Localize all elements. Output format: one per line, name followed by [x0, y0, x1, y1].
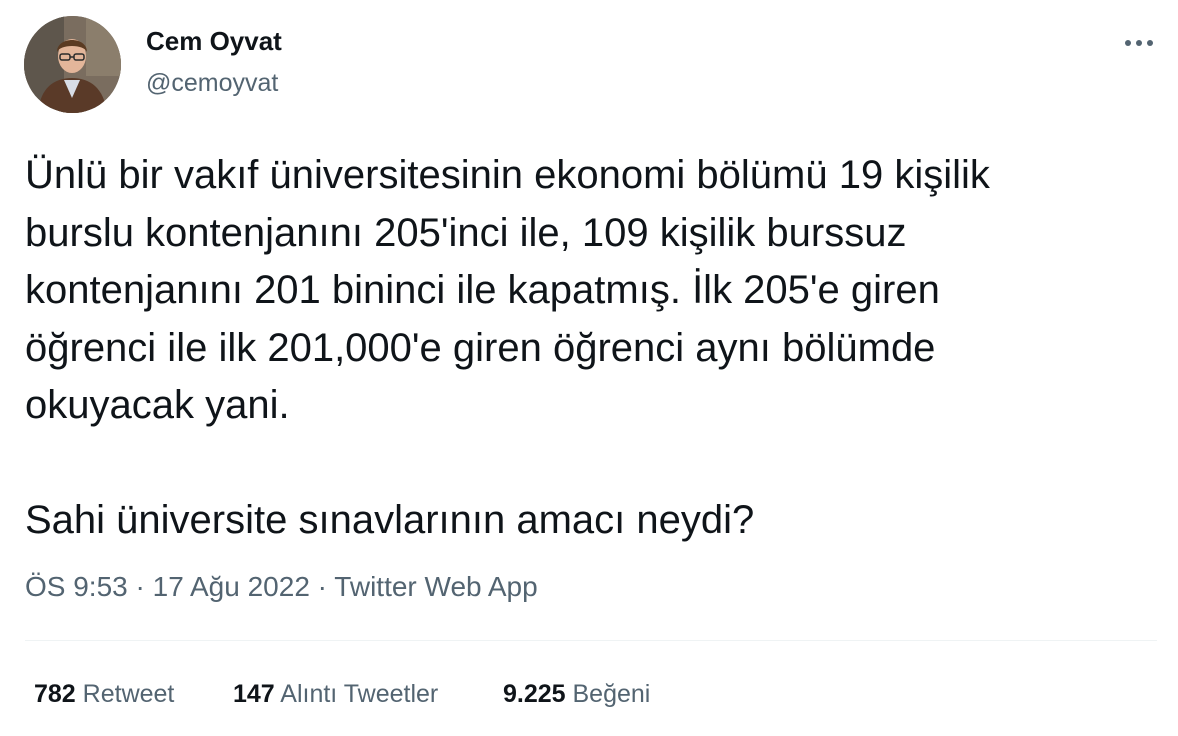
- more-dots-icon: [1147, 40, 1153, 46]
- divider: [25, 640, 1157, 641]
- tweet-text-line: kontenjanını 201 bininci ile kapatmış. İ…: [25, 268, 940, 312]
- profile-photo-icon: [24, 16, 121, 113]
- tweet-text-line: öğrenci ile ilk 201,000'e giren öğrenci …: [25, 325, 936, 370]
- retweets-count: 782: [34, 680, 76, 708]
- tweet-metadata: ÖS 9:53 · 17 Ağu 2022 · Twitter Web App: [25, 571, 538, 603]
- retweets-label: Retweet: [75, 680, 175, 708]
- meta-separator: ·: [127, 571, 153, 602]
- tweet-time-link[interactable]: ÖS 9:53: [25, 571, 128, 602]
- tweet-card: Cem Oyvat @cemoyvat Ünlü bir vakıf ünive…: [0, 0, 1178, 736]
- avatar[interactable]: [24, 16, 121, 113]
- likes-count: 9.225: [503, 680, 566, 708]
- tweet-text-line: burslu kontenjanını 205'inci ile, 109 ki…: [25, 210, 907, 255]
- meta-separator: ·: [309, 571, 335, 602]
- tweet-date-link[interactable]: 17 Ağu 2022: [153, 571, 310, 602]
- more-options-button[interactable]: [1118, 30, 1160, 56]
- likes-label: Beğeni: [565, 680, 651, 708]
- tweet-text-line: Sahi üniversite sınavlarının amacı neydi…: [25, 498, 755, 542]
- likes-stat[interactable]: 9.225 Beğeni: [503, 680, 650, 709]
- tweet-text: Ünlü bir vakıf üniversitesinin ekonomi b…: [25, 147, 1135, 550]
- user-handle[interactable]: @cemoyvat: [146, 69, 278, 98]
- quote-tweets-count: 147: [233, 680, 275, 708]
- engagement-stats: 782 Retweet 147 Alıntı Tweetler 9.225 Be…: [34, 680, 650, 709]
- tweet-text-line: Ünlü bir vakıf üniversitesinin ekonomi b…: [25, 153, 990, 197]
- more-dots-icon: [1136, 40, 1142, 46]
- tweet-text-line: okuyacak yani.: [25, 383, 290, 427]
- quote-tweets-stat[interactable]: 147 Alıntı Tweetler: [233, 680, 503, 709]
- retweets-stat[interactable]: 782 Retweet: [34, 680, 233, 709]
- more-dots-icon: [1125, 40, 1131, 46]
- display-name[interactable]: Cem Oyvat: [146, 26, 282, 57]
- tweet-source-link[interactable]: Twitter Web App: [334, 571, 537, 602]
- quote-tweets-label: Alıntı Tweetler: [274, 680, 439, 708]
